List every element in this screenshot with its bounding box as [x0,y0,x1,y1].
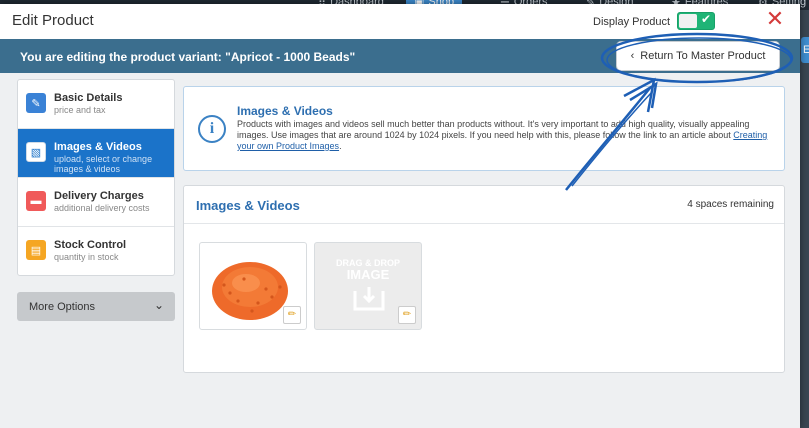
media-panel-title: Images & Videos [196,198,300,213]
pencil-icon: ✏ [287,309,297,320]
info-text: Products with images and videos sell muc… [237,119,777,152]
sidebar-item-basic-details[interactable]: ✎ Basic Details price and tax [18,80,174,129]
media-panel-header: Images & Videos 4 spaces remaining [184,186,784,224]
info-body: Products with images and videos sell muc… [237,119,750,140]
product-image-thumb[interactable]: ✏ [199,242,307,330]
background-panel: Ec [800,10,809,428]
sidebar-item-subtitle: quantity in stock [54,252,119,262]
image-icon: ▧ [26,142,46,162]
sidebar-item-title: Delivery Charges [54,190,144,202]
return-to-master-button[interactable]: ‹ Return To Master Product [616,41,780,71]
variant-notice: You are editing the product variant: "Ap… [20,50,356,64]
sidebar-item-title: Stock Control [54,239,127,251]
toggle-knob [679,14,697,28]
edit-image-button[interactable]: ✏ [398,306,416,324]
sidebar-item-delivery-charges[interactable]: ▬ Delivery Charges additional delivery c… [18,178,174,227]
stock-icon: ▤ [26,240,46,260]
close-icon[interactable]: ✕ [764,7,786,31]
sidebar-item-title: Images & Videos [54,141,142,153]
sidebar-item-subtitle: upload, select or change images & videos [54,154,153,174]
display-product-toggle[interactable]: ✔ [677,12,715,30]
sidebar-item-stock-control[interactable]: ▤ Stock Control quantity in stock [18,227,174,275]
truck-icon: ▬ [26,191,46,211]
chevron-down-icon: ⌄ [154,298,165,312]
modal-header: Edit Product Display Product ✔ ✕ [0,4,800,39]
more-options-label: More Options [29,301,96,313]
chevron-left-icon: ‹ [630,50,635,62]
sidebar-item-subtitle: price and tax [54,105,106,115]
image-dropzone[interactable]: DRAG & DROP IMAGE ✏ [314,242,422,330]
info-icon: i [198,115,226,143]
info-period: . [339,141,342,151]
sidebar-item-title: Basic Details [54,92,123,104]
more-options-dropdown[interactable]: More Options ⌄ [17,292,175,321]
info-title: Images & Videos [237,104,333,118]
display-product-label: Display Product [593,16,671,28]
pencil-icon: ✎ [26,93,46,113]
edit-image-button[interactable]: ✏ [283,306,301,324]
check-icon: ✔ [701,12,712,26]
sidebar-item-subtitle: additional delivery costs [54,203,150,213]
modal-title: Edit Product [12,12,94,29]
sidebar-item-images-videos[interactable]: ▧ Images & Videos upload, select or chan… [18,129,174,178]
pencil-icon: ✏ [402,309,412,320]
background-button: Ec [801,37,809,63]
info-box: i Images & Videos Products with images a… [183,86,785,171]
side-menu: ✎ Basic Details price and tax ▧ Images &… [17,79,175,276]
spaces-remaining: 4 spaces remaining [687,199,774,210]
return-button-label: Return To Master Product [640,50,766,62]
